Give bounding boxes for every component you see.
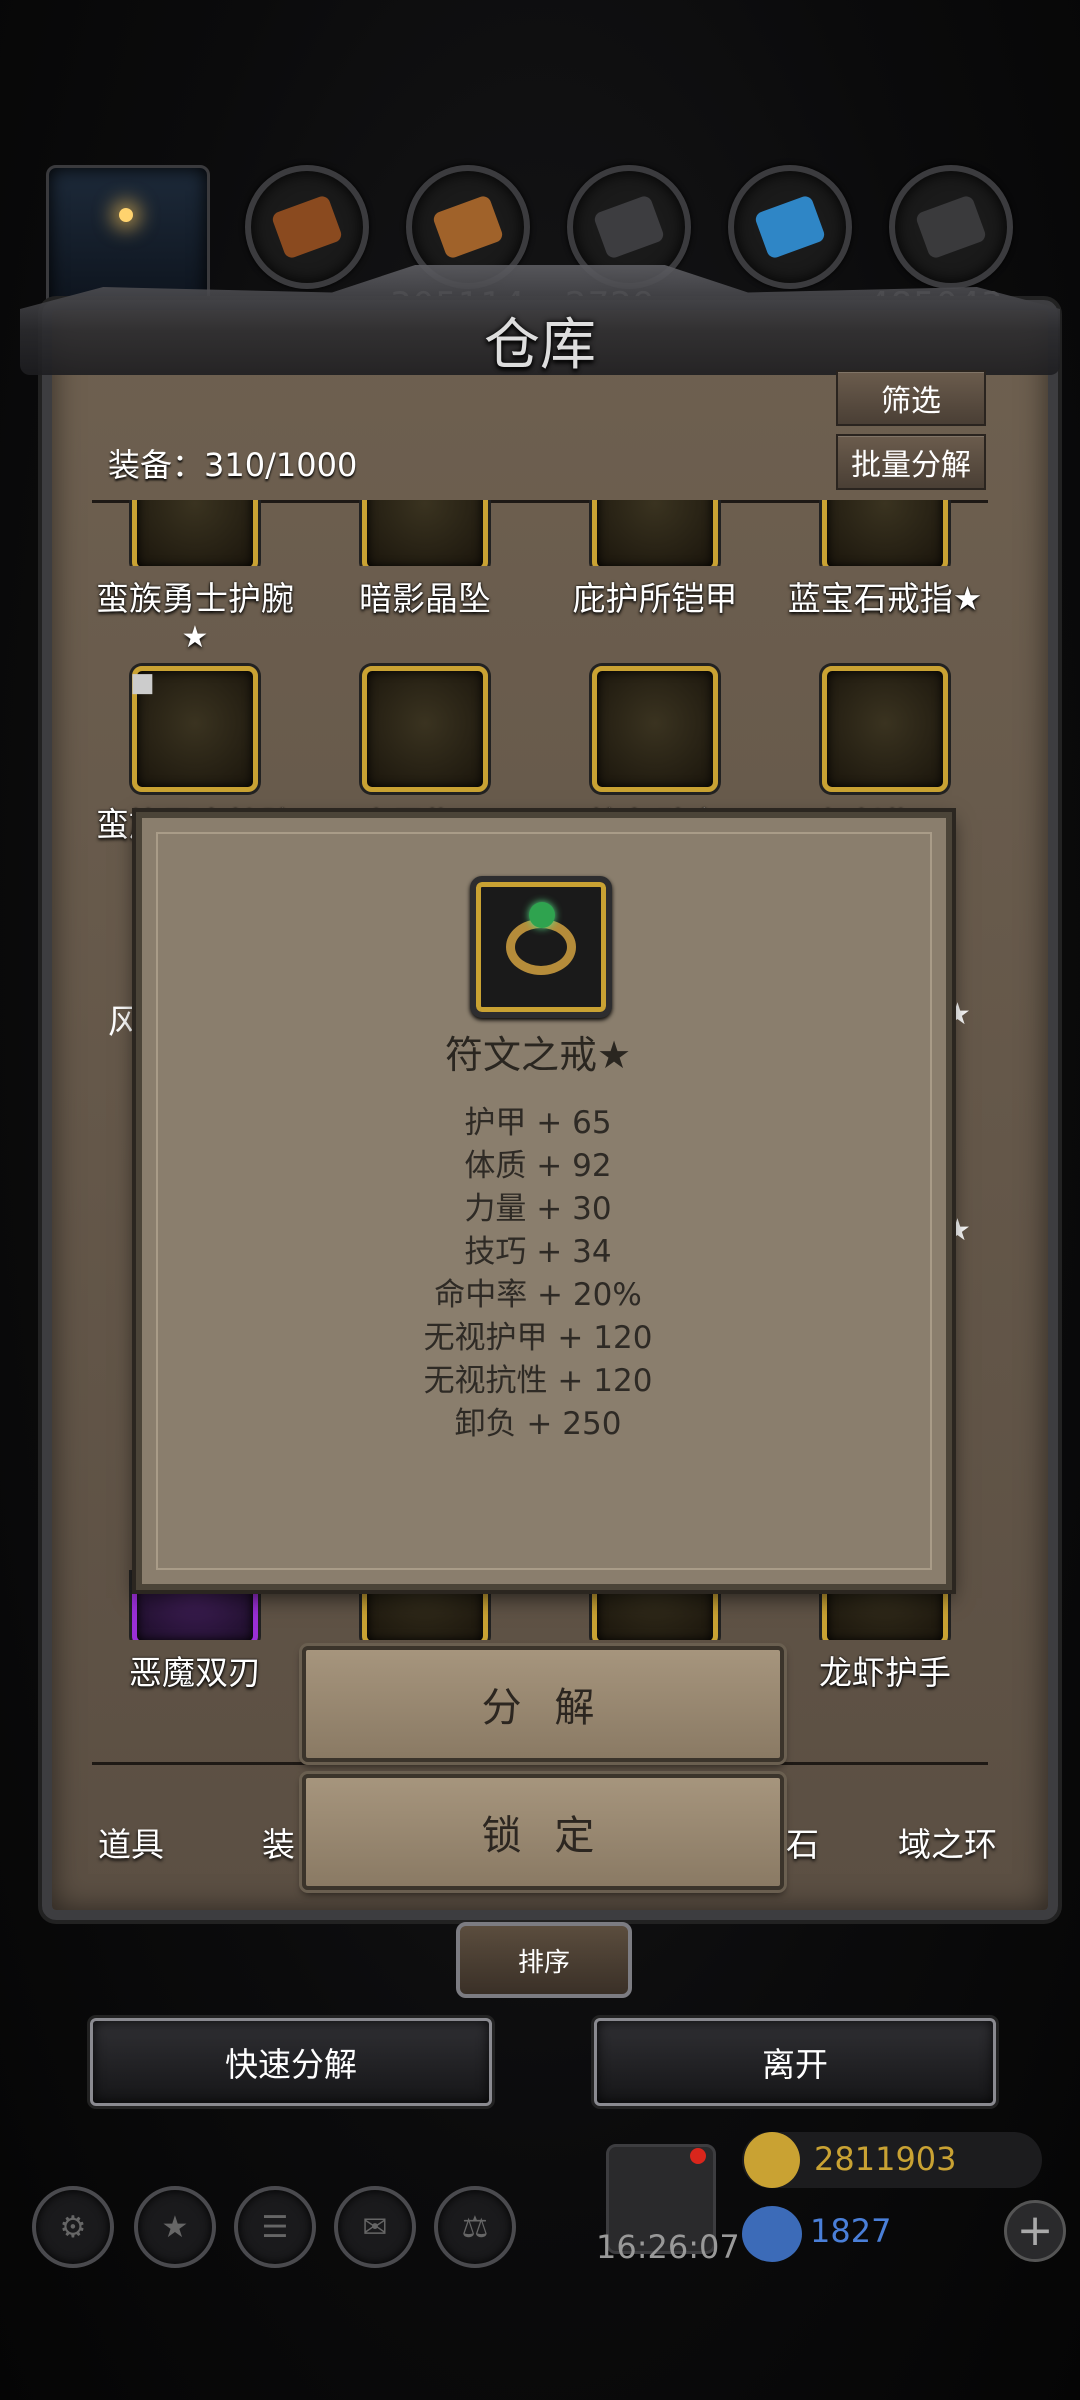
lock-button[interactable]: 锁 定 [302, 1774, 784, 1890]
clock-text: 16:26:07 [596, 2228, 740, 2266]
tab-ring[interactable]: 域之环 [898, 1818, 997, 1866]
ring-icon [822, 666, 948, 792]
add-currency-button[interactable]: + [1004, 2200, 1066, 2262]
gold-amount: 2811903 [814, 2140, 957, 2178]
equip-count: 装备：310/1000 [108, 446, 358, 484]
tab-items[interactable]: 道具 [98, 1818, 164, 1866]
wood-log-icon[interactable] [245, 165, 369, 289]
crystal-icon[interactable] [728, 165, 852, 289]
item-name: 符文之戒★ [444, 1033, 632, 1077]
sort-button[interactable]: 排序 [456, 1922, 632, 1998]
star-badge-icon[interactable]: ★ [134, 2186, 216, 2268]
page-title: 仓库 [484, 313, 596, 378]
item-label: 龙虾护手 [819, 1653, 951, 1692]
settings-icon[interactable]: ⚙ [32, 2186, 114, 2268]
item-label: 庇护所铠甲 [572, 579, 738, 618]
batch-decompose-button[interactable]: 批量分解 [836, 434, 986, 490]
bracer-icon [132, 500, 258, 566]
quick-decompose-button[interactable]: 快速分解 [90, 2018, 492, 2106]
decompose-button[interactable]: 分 解 [302, 1646, 784, 1762]
mail-icon[interactable]: ✉ [334, 2186, 416, 2268]
tab-stone[interactable]: 石 [786, 1818, 819, 1866]
armor-icon [592, 500, 718, 566]
stat-line: 体质 + 92 [464, 1148, 612, 1184]
item-star: ★ [181, 620, 209, 655]
grid-item[interactable]: 蛮族勇士护腕 ★ [85, 500, 305, 655]
item-label: 蓝宝石戒指★ [787, 579, 983, 618]
item-label: 暗影晶坠 [359, 579, 491, 618]
stat-line: 命中率 + 20% [434, 1277, 642, 1313]
stat-line: 护甲 + 65 [464, 1105, 612, 1141]
gold-coin-icon [744, 2132, 800, 2188]
lantern-glow [119, 208, 133, 222]
grid-item[interactable]: 庇护所铠甲 [545, 500, 765, 620]
item-label: 恶魔双刃 [129, 1653, 261, 1692]
stat-line: 无视抗性 + 120 [423, 1363, 653, 1399]
divider [92, 1762, 988, 1765]
grid-item[interactable]: 暗影晶坠 [315, 500, 535, 620]
gem-icon [742, 2206, 802, 2262]
grid-item[interactable]: 蓝宝石戒指★ [775, 500, 995, 620]
item-stats: 护甲 + 65 体质 + 92 力量 + 30 技巧 + 34 命中率 + 20… [136, 1102, 940, 1446]
tab-equip[interactable]: 装 [262, 1818, 295, 1866]
stat-line: 力量 + 30 [464, 1191, 612, 1227]
stat-line: 技巧 + 34 [464, 1234, 612, 1270]
ring-icon [362, 666, 488, 792]
gem-amount: 1827 [810, 2212, 892, 2250]
stat-line: 卸负 + 250 [454, 1406, 622, 1442]
lock-icon: ■ [130, 668, 155, 698]
ring-icon [822, 500, 948, 566]
stat-line: 无视护甲 + 120 [423, 1320, 653, 1356]
pendant-icon [362, 500, 488, 566]
notification-dot [690, 2148, 706, 2164]
item-label: 蛮族勇士护腕 [96, 579, 294, 618]
rune-ring-icon [470, 876, 612, 1018]
filter-button[interactable]: 筛选 [836, 370, 986, 426]
leave-button[interactable]: 离开 [594, 2018, 996, 2106]
medal-icon [592, 666, 718, 792]
shop-icon[interactable]: ⚖ [434, 2186, 516, 2268]
stone-block-icon[interactable] [889, 165, 1013, 289]
quest-icon[interactable]: ☰ [234, 2186, 316, 2268]
